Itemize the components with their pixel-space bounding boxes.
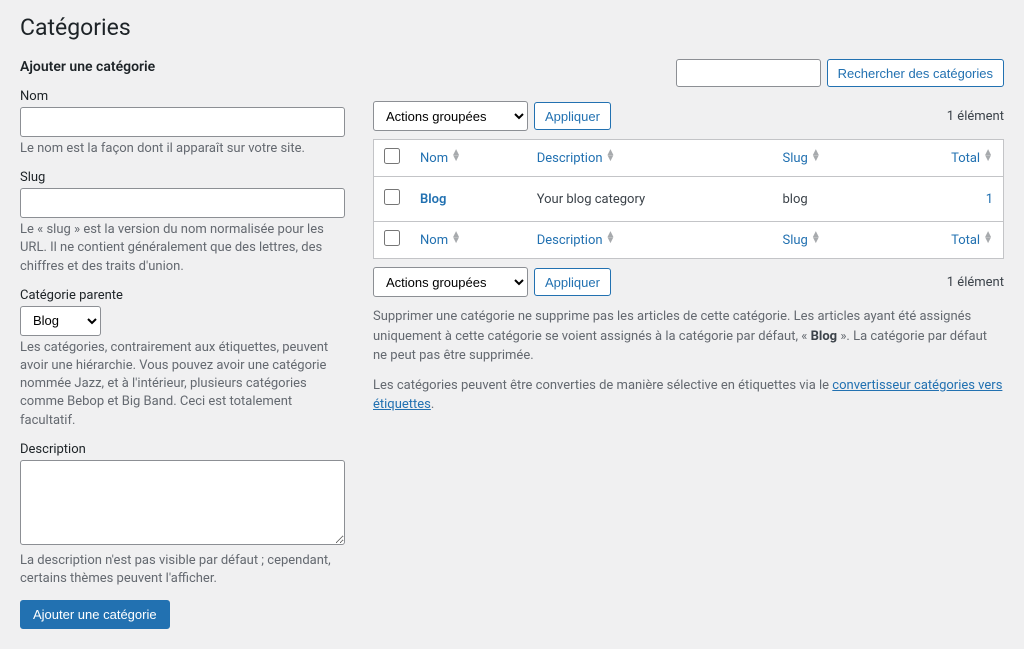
description-textarea[interactable]: [20, 460, 345, 545]
col-total-foot[interactable]: Total: [884, 222, 1004, 259]
parent-label: Catégorie parente: [20, 288, 345, 303]
slug-input[interactable]: [20, 188, 345, 218]
apply-button-top[interactable]: Appliquer: [534, 102, 611, 130]
bulk-actions-select-bottom[interactable]: Actions groupées: [373, 267, 528, 297]
description-help: La description n'est pas visible par déf…: [20, 552, 345, 588]
col-slug[interactable]: Slug: [773, 140, 885, 177]
col-description-foot[interactable]: Description: [527, 222, 773, 259]
item-count-top: 1 élément: [947, 109, 1004, 124]
sort-icon: [983, 150, 993, 162]
parent-select[interactable]: Blog: [20, 306, 101, 336]
add-category-button[interactable]: Ajouter une catégorie: [20, 600, 170, 629]
slug-label: Slug: [20, 170, 345, 185]
col-description[interactable]: Description: [527, 140, 773, 177]
sort-icon: [451, 232, 461, 244]
sort-icon: [451, 150, 461, 162]
item-count-bottom: 1 élément: [947, 275, 1004, 290]
row-checkbox[interactable]: [384, 189, 400, 205]
delete-note: Supprimer une catégorie ne supprime pas …: [373, 307, 1004, 366]
col-slug-foot[interactable]: Slug: [773, 222, 885, 259]
search-button[interactable]: Rechercher des catégories: [827, 59, 1004, 87]
select-all-bottom[interactable]: [384, 230, 400, 246]
apply-button-bottom[interactable]: Appliquer: [534, 268, 611, 296]
sort-icon: [811, 150, 821, 162]
name-help: Le nom est la façon dont il apparaît sur…: [20, 140, 345, 158]
add-category-heading: Ajouter une catégorie: [20, 59, 345, 75]
category-slug: blog: [773, 177, 885, 222]
bulk-actions-select-top[interactable]: Actions groupées: [373, 101, 528, 131]
categories-table: Nom Description Slug Total Blog Your blo…: [373, 139, 1004, 259]
convert-note: Les catégories peuvent être converties d…: [373, 376, 1004, 415]
search-input[interactable]: [676, 59, 821, 87]
slug-help: Le « slug » est la version du nom normal…: [20, 221, 345, 276]
col-name-foot[interactable]: Nom: [410, 222, 527, 259]
sort-icon: [811, 232, 821, 244]
name-input[interactable]: [20, 107, 345, 137]
category-total-link[interactable]: 1: [986, 192, 993, 207]
sort-icon: [606, 150, 616, 162]
sort-icon: [606, 232, 616, 244]
category-description: Your blog category: [527, 177, 773, 222]
sort-icon: [983, 232, 993, 244]
parent-help: Les catégories, contrairement aux étique…: [20, 339, 345, 430]
page-title: Catégories: [20, 14, 1004, 41]
name-label: Nom: [20, 89, 345, 104]
category-name-link[interactable]: Blog: [420, 192, 446, 207]
col-total[interactable]: Total: [884, 140, 1004, 177]
description-label: Description: [20, 442, 345, 457]
table-row: Blog Your blog category blog 1: [374, 177, 1004, 222]
select-all-top[interactable]: [384, 148, 400, 164]
col-name[interactable]: Nom: [410, 140, 527, 177]
